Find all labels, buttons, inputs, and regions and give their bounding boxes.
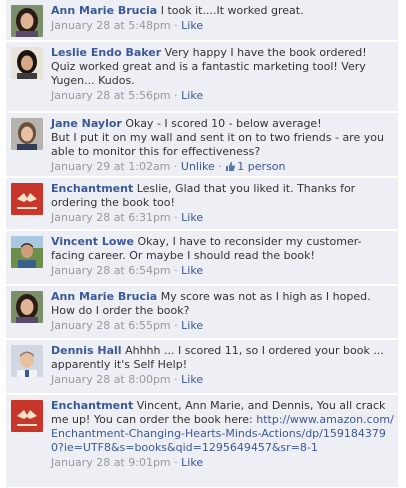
woman-dark-hair-avatar[interactable] bbox=[11, 291, 43, 323]
like-link[interactable]: Like bbox=[181, 19, 203, 32]
like-link[interactable]: Like bbox=[181, 456, 203, 469]
man-avatar[interactable] bbox=[11, 345, 43, 377]
comment-item: Vincent Lowe Okay, I have to reconsider … bbox=[6, 231, 398, 285]
comment-author-link[interactable]: Ann Marie Brucia bbox=[51, 4, 157, 17]
separator-dot: · bbox=[173, 160, 178, 173]
separator-dot: · bbox=[174, 456, 178, 469]
comment-meta: January 28 at 6:54pm · Like bbox=[51, 264, 394, 278]
comment-feed: Ann Marie Brucia I took it....It worked … bbox=[0, 0, 406, 488]
man-outdoor-avatar[interactable] bbox=[11, 236, 43, 268]
comment-author-link[interactable]: Jane Naylor bbox=[51, 117, 122, 130]
comment-meta: January 28 at 6:31pm · Like bbox=[51, 211, 394, 225]
comment-timestamp[interactable]: January 29 at 1:02am bbox=[51, 160, 170, 173]
separator-dot: · bbox=[174, 264, 178, 277]
comment-author-link[interactable]: Vincent Lowe bbox=[51, 235, 134, 248]
comment-item: Dennis Hall Ahhhh ... I scored 11, so I … bbox=[6, 340, 398, 394]
separator-dot: · bbox=[174, 89, 178, 102]
comment-timestamp[interactable]: January 28 at 9:01pm bbox=[51, 456, 171, 469]
separator-dot: · bbox=[218, 160, 222, 173]
comment-meta: January 28 at 5:56pm · Like bbox=[51, 89, 394, 103]
comment-timestamp[interactable]: January 28 at 6:54pm bbox=[51, 264, 171, 277]
thumbs-up-icon bbox=[225, 161, 236, 176]
like-link[interactable]: Like bbox=[181, 211, 203, 224]
comment-item: Jane Naylor Okay - I scored 10 - below a… bbox=[6, 113, 398, 177]
like-link[interactable]: Like bbox=[181, 89, 203, 102]
comment-timestamp[interactable]: January 28 at 8:00pm bbox=[51, 373, 171, 386]
like-count-link[interactable]: 1 person bbox=[225, 160, 286, 176]
comment-author-link[interactable]: Leslie Endo Baker bbox=[51, 46, 161, 59]
separator-dot: · bbox=[174, 373, 178, 386]
unlike-link[interactable]: Unlike bbox=[181, 160, 215, 173]
comment-meta: January 28 at 5:48pm · Like bbox=[51, 19, 394, 33]
comment-item: Enchantment Leslie, Glad that you liked … bbox=[6, 178, 398, 230]
book-cover-avatar[interactable] bbox=[11, 400, 43, 432]
comment-meta: January 29 at 1:02am · Unlike · 1 person bbox=[51, 160, 394, 176]
comment-meta: January 28 at 9:01pm · Like bbox=[51, 456, 394, 470]
comment-timestamp[interactable]: January 28 at 6:55pm bbox=[51, 319, 171, 332]
like-count: 1 person bbox=[237, 160, 286, 173]
woman-dark-hair-avatar[interactable] bbox=[11, 47, 43, 79]
comment-item: Leslie Endo Baker Very happy I have the … bbox=[6, 42, 398, 112]
comment-item: Enchantment Vincent, Ann Marie, and Denn… bbox=[6, 395, 398, 488]
comment-timestamp[interactable]: January 28 at 5:56pm bbox=[51, 89, 171, 102]
like-link[interactable]: Like bbox=[181, 264, 203, 277]
woman-dark-hair-avatar[interactable] bbox=[11, 5, 43, 37]
comment-timestamp[interactable]: January 28 at 6:31pm bbox=[51, 211, 171, 224]
like-link[interactable]: Like bbox=[181, 373, 203, 386]
separator-dot: · bbox=[174, 19, 178, 32]
comment-item: Ann Marie Brucia I took it....It worked … bbox=[6, 0, 398, 41]
comment-author-link[interactable]: Ann Marie Brucia bbox=[51, 290, 157, 303]
separator-dot: · bbox=[174, 211, 178, 224]
comment-author-link[interactable]: Enchantment bbox=[51, 399, 133, 412]
comment-author-link[interactable]: Enchantment bbox=[51, 182, 133, 195]
comment-text: I took it....It worked great. bbox=[160, 4, 304, 17]
comment-author-link[interactable]: Dennis Hall bbox=[51, 344, 122, 357]
comment-meta: January 28 at 8:00pm · Like bbox=[51, 373, 394, 387]
book-cover-avatar[interactable] bbox=[11, 183, 43, 215]
separator-dot: · bbox=[174, 319, 178, 332]
comment-item: Ann Marie Brucia My score was not as I h… bbox=[6, 286, 398, 339]
woman-avatar[interactable] bbox=[11, 118, 43, 150]
comment-timestamp[interactable]: January 28 at 5:48pm bbox=[51, 19, 171, 32]
comment-meta: January 28 at 6:55pm · Like bbox=[51, 319, 394, 333]
like-link[interactable]: Like bbox=[181, 319, 203, 332]
